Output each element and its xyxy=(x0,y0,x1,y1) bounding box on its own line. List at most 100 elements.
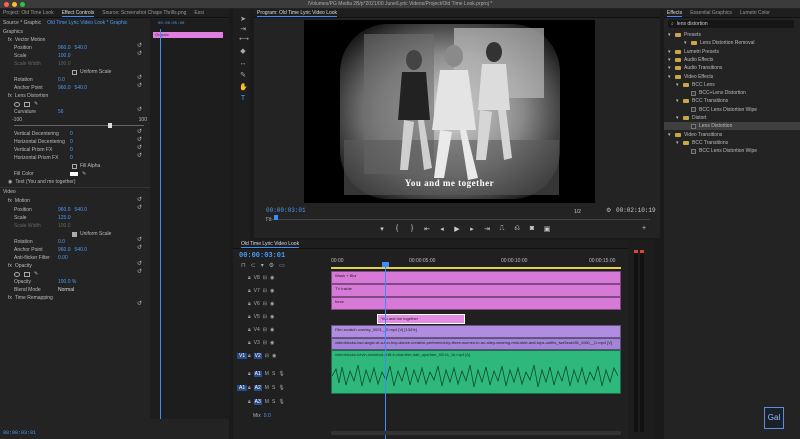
sync-icon[interactable]: ⊟ xyxy=(263,275,267,281)
tab-effect-controls[interactable]: Effect Controls xyxy=(61,10,95,17)
eye-icon[interactable]: ◉ xyxy=(270,314,274,320)
reset-icon[interactable]: ↺ xyxy=(137,245,143,251)
effects-tree-item[interactable]: ▾ Audio Transitions xyxy=(664,64,722,72)
chevron-down-icon[interactable]: ▾ xyxy=(676,115,680,121)
rectangle-mask-icon[interactable] xyxy=(24,271,30,277)
tab-lumetri-color[interactable]: Lumetri Color xyxy=(740,10,770,16)
add-button-icon[interactable]: + xyxy=(642,225,646,232)
lock-icon[interactable]: 🔒︎ xyxy=(248,385,251,391)
lock-icon[interactable]: 🔒︎ xyxy=(248,327,251,333)
anchor-x-value[interactable]: 960.0 xyxy=(58,85,71,91)
add-marker-icon[interactable]: ▾ xyxy=(376,225,388,233)
sequence-label[interactable]: Old Time Lyric Video Look * Graphic xyxy=(47,20,127,26)
tab-effects[interactable]: Effects xyxy=(667,10,683,17)
effects-tree-item[interactable]: ▾ BCC Lens xyxy=(664,81,715,89)
clip-v3[interactable]: Film scratch overlay_0001__0.mp4 [V] [13… xyxy=(331,325,621,338)
reset-icon[interactable]: ↺ xyxy=(137,145,143,151)
reset-icon[interactable]: ↺ xyxy=(137,51,143,57)
reset-icon[interactable]: ↺ xyxy=(137,153,143,159)
lock-icon[interactable]: 🔒︎ xyxy=(248,314,251,320)
effects-tree-item[interactable]: Lens Distortion xyxy=(664,122,800,131)
timeline-playhead[interactable] xyxy=(385,264,386,439)
timeline-scrollbar[interactable] xyxy=(331,431,621,435)
snap-icon[interactable]: ⊓ xyxy=(241,262,246,269)
work-area-bar[interactable] xyxy=(331,267,621,269)
reset-icon[interactable]: ↺ xyxy=(137,75,143,81)
lock-icon[interactable]: 🔒︎ xyxy=(248,399,251,405)
eye-icon[interactable]: ◉ xyxy=(272,353,276,359)
selection-tool-icon[interactable]: ➤ xyxy=(239,16,247,24)
a1-source-patch[interactable]: A1 xyxy=(237,385,248,391)
add-marker-icon[interactable]: ▾ xyxy=(261,262,264,269)
scale-width-value[interactable]: 100.0 xyxy=(58,61,71,67)
uniform-scale-checkbox[interactable] xyxy=(72,69,77,75)
clip-a1-audio[interactable]: videoblocks-kevin-macleod-chill-it-chamb… xyxy=(331,350,621,394)
lock-icon[interactable]: 🔒︎ xyxy=(248,353,251,359)
effect-mini-timeline[interactable]: 00:00:05:00 Graphic xyxy=(150,19,229,419)
vector-motion-row[interactable]: fx Vector Motion xyxy=(8,36,45,44)
mic-icon[interactable]: 🎙︎ xyxy=(278,371,284,377)
reset-icon[interactable]: ↺ xyxy=(137,83,143,89)
blend-mode-dropdown[interactable]: Normal xyxy=(58,287,74,293)
lift-icon[interactable]: ⎍ xyxy=(496,225,508,233)
play-icon[interactable]: ▶ xyxy=(451,225,463,233)
clip-v6[interactable]: force xyxy=(331,297,621,310)
reset-icon[interactable]: ↺ xyxy=(137,261,143,267)
program-playhead[interactable] xyxy=(274,215,278,220)
eye-icon[interactable]: ◉ xyxy=(8,179,12,185)
eyedropper-icon[interactable]: ✎ xyxy=(82,171,86,177)
text-layer-row[interactable]: ◉ Text (You and me together) xyxy=(8,178,76,186)
tab-timeline[interactable]: Old Time Lyric Video Look xyxy=(241,241,300,248)
timeline-ruler[interactable]: 00:00 00:00:05:00 00:00:10:00 00:00:15:0… xyxy=(331,252,621,268)
effects-tree-item[interactable]: ▾ Lumetri Presets xyxy=(664,48,719,56)
sync-icon[interactable]: ⊟ xyxy=(263,340,267,346)
program-timecode[interactable]: 00:00:03:01 xyxy=(266,207,306,214)
reset-icon[interactable]: ↺ xyxy=(137,107,143,113)
captions-icon[interactable]: ▭ xyxy=(279,262,285,269)
effects-tree-item[interactable]: ▾ BCC Transitions xyxy=(664,97,728,105)
wrench-icon[interactable]: ⚙ xyxy=(606,207,611,214)
reset-icon[interactable]: ↺ xyxy=(137,137,143,143)
track-select-icon[interactable]: ⇥ xyxy=(239,26,247,34)
chevron-down-icon[interactable]: ▾ xyxy=(684,40,688,46)
go-to-in-icon[interactable]: ⇤ xyxy=(421,225,433,233)
lock-icon[interactable]: 🔒︎ xyxy=(248,288,251,294)
sync-icon[interactable]: ⊟ xyxy=(263,314,267,320)
lens-distortion-row[interactable]: fx Lens Distortion xyxy=(8,92,48,100)
chevron-down-icon[interactable]: ▾ xyxy=(668,32,672,38)
scale-value[interactable]: 100.0 xyxy=(58,53,71,59)
ellipse-mask-icon[interactable] xyxy=(14,101,20,107)
curvature-slider-handle[interactable] xyxy=(108,123,112,128)
program-scrubber[interactable] xyxy=(266,219,650,220)
rotation-value[interactable]: 0.0 xyxy=(58,77,65,83)
video-frame[interactable]: You and me together xyxy=(304,20,595,203)
tab-essential[interactable]: Essi xyxy=(194,10,203,16)
position-y-value[interactable]: 540.0 xyxy=(75,45,88,51)
effects-tree-item[interactable]: ▾ Lens Distortion Removal xyxy=(664,39,754,47)
chevron-down-icon[interactable]: ▾ xyxy=(668,49,672,55)
reset-icon[interactable]: ↺ xyxy=(137,197,143,203)
eye-icon[interactable]: ◉ xyxy=(270,275,274,281)
type-tool-icon[interactable]: T xyxy=(239,95,247,103)
mute-button[interactable]: M xyxy=(265,385,269,391)
effects-tree-item[interactable]: ▾ Presets xyxy=(664,31,701,39)
mute-button[interactable]: M xyxy=(265,399,269,405)
step-forward-icon[interactable]: ▸ xyxy=(466,225,478,233)
comparison-view-icon[interactable]: ▣ xyxy=(541,225,553,233)
mic-icon[interactable]: 🎙︎ xyxy=(278,399,284,405)
mic-icon[interactable]: 🎙︎ xyxy=(278,385,284,391)
ripple-edit-icon[interactable]: ⟷ xyxy=(239,36,249,44)
clip-v8[interactable]: Wash + Blur xyxy=(331,271,621,284)
fit-dropdown[interactable]: Fit xyxy=(266,217,272,223)
slip-tool-icon[interactable]: ↔ xyxy=(239,60,247,68)
effects-tree-item[interactable]: ▾ Video Transitions xyxy=(664,131,722,139)
eye-icon[interactable]: ◉ xyxy=(270,301,274,307)
effects-tree-item[interactable]: ▾ Video Effects xyxy=(664,73,713,81)
time-remap-row[interactable]: fx Time Remapping xyxy=(8,294,53,302)
mark-in-icon[interactable]: { xyxy=(391,225,403,233)
motion-row[interactable]: fx Motion xyxy=(8,197,30,205)
solo-button[interactable]: S xyxy=(272,371,275,377)
position-x-value[interactable]: 960.0 xyxy=(58,45,71,51)
eye-icon[interactable]: ◉ xyxy=(270,340,274,346)
timeline-timecode[interactable]: 00:00:03:01 xyxy=(239,252,285,260)
